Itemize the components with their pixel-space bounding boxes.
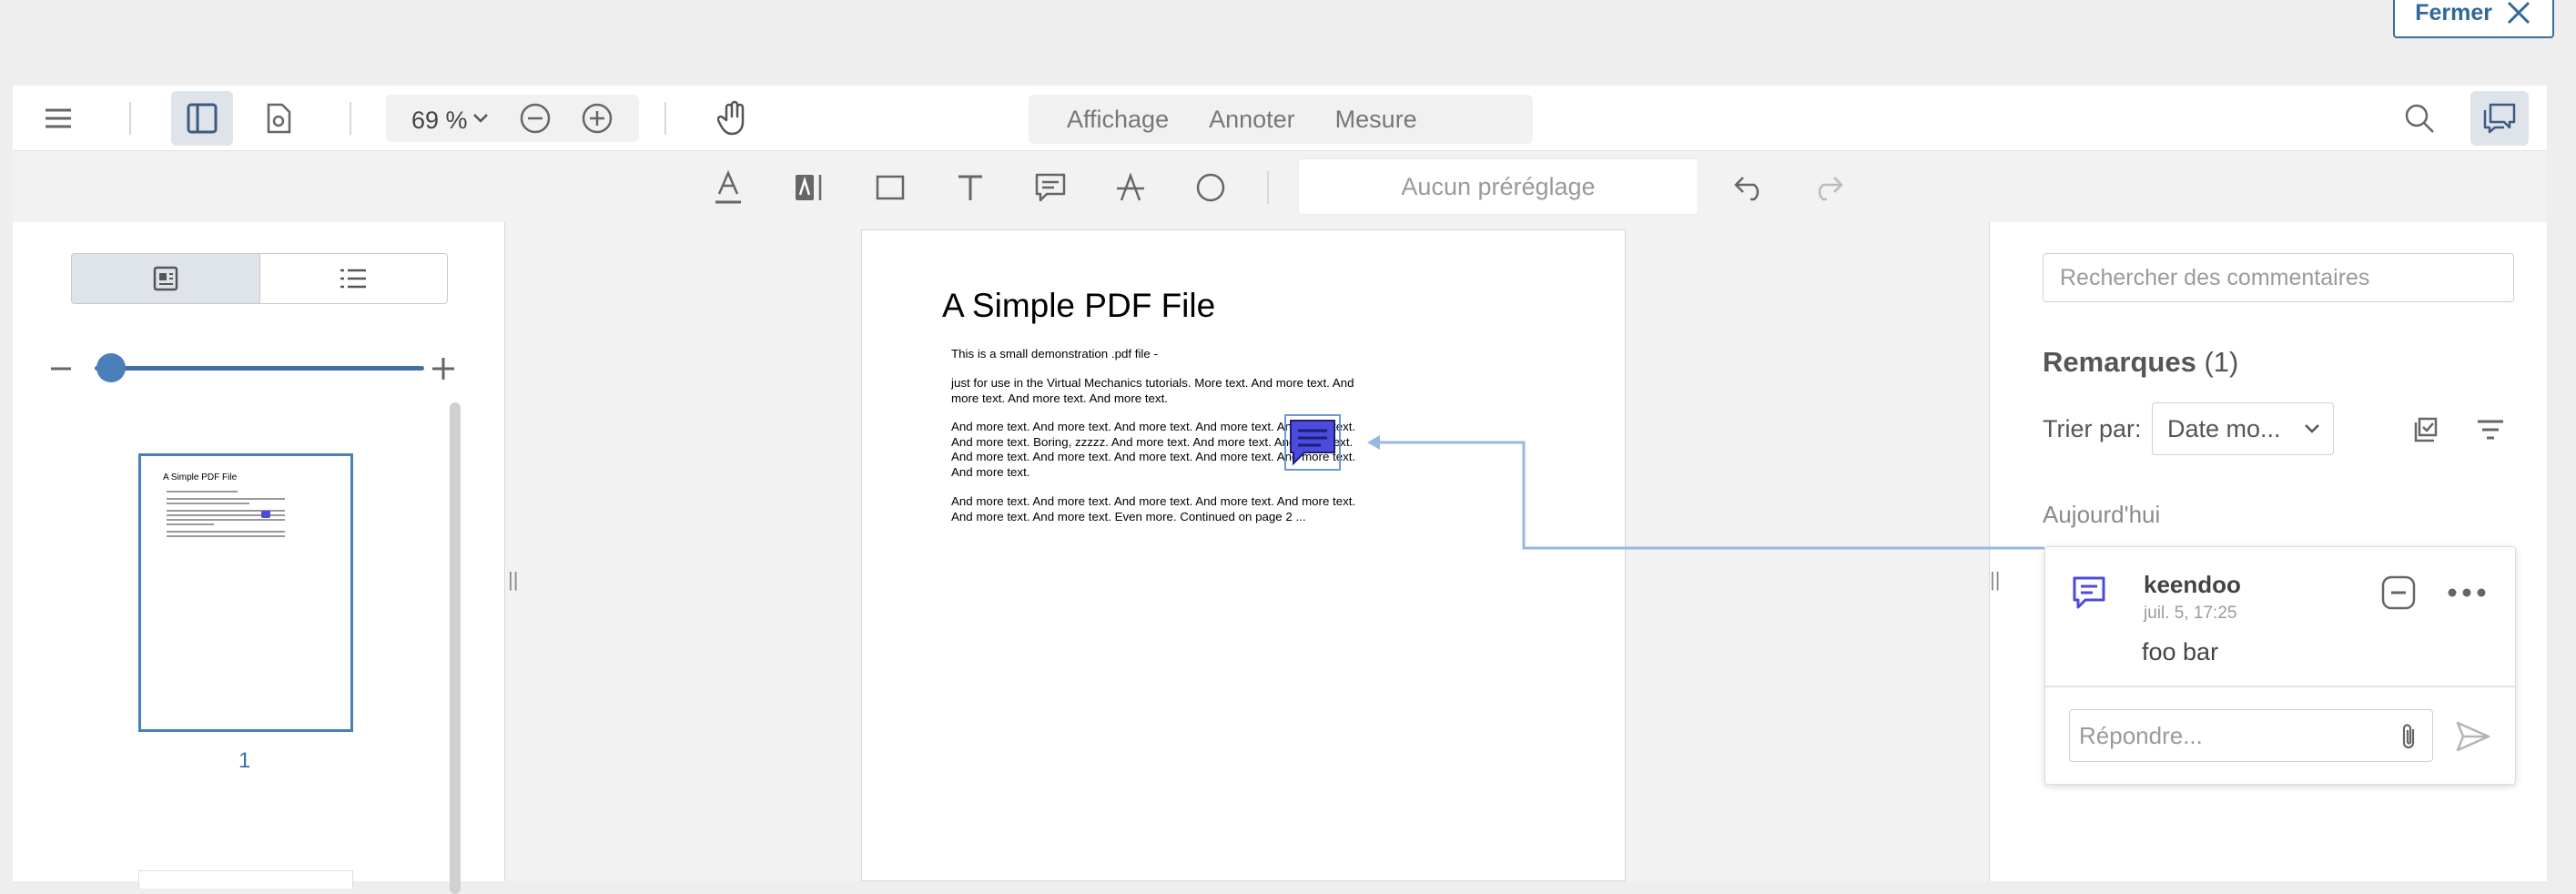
thumbnail-zoom-out-icon[interactable]: [49, 357, 73, 381]
thumbnail-zoom-in-icon[interactable]: [431, 357, 455, 381]
search-icon[interactable]: [2399, 98, 2439, 138]
undo-icon[interactable]: [1729, 168, 1770, 208]
page-thumbnail[interactable]: A Simple PDF File: [138, 453, 353, 732]
toolbar-divider: [350, 102, 351, 135]
close-button[interactable]: Fermer: [2393, 0, 2554, 38]
close-icon: [2507, 1, 2530, 25]
sticky-note-tool-icon[interactable]: [1030, 168, 1070, 208]
zoom-value[interactable]: 69 %: [411, 107, 468, 135]
thumbnails-icon: [153, 266, 177, 291]
reply-input[interactable]: Répondre...: [2069, 709, 2433, 762]
pdf-paragraph: This is a small demonstration .pdf file …: [951, 347, 1158, 361]
annotation-toolbar: [13, 151, 2547, 222]
page-number: 1: [238, 748, 251, 773]
comments-heading: Remarques (1): [2043, 346, 2238, 379]
thumbnail-annotation-marker: [261, 511, 270, 518]
pan-tool-icon[interactable]: [714, 98, 754, 138]
chevron-down-icon: [2305, 424, 2319, 433]
sort-value: Date mo...: [2167, 414, 2281, 442]
tab-annoter[interactable]: Annoter: [1189, 106, 1315, 134]
left-panel-tabs: [71, 253, 448, 304]
tab-mesure[interactable]: Mesure: [1315, 106, 1437, 134]
style-preset-select[interactable]: Aucun préréglage: [1298, 158, 1699, 215]
more-options-icon[interactable]: [2444, 573, 2490, 613]
comments-panel: Rechercher des commentaires Remarques (1…: [2012, 222, 2547, 881]
right-panel-resize-handle[interactable]: ||: [1990, 568, 2000, 592]
comments-count: (1): [2204, 346, 2239, 378]
sort-select[interactable]: Date mo...: [2152, 402, 2334, 455]
page-thumbnail-next[interactable]: [138, 870, 353, 889]
comment-card[interactable]: keendoo juil. 5, 17:25 foo bar Répondre.…: [2044, 546, 2516, 785]
pdf-title: A Simple PDF File: [942, 287, 1216, 324]
pdf-paragraph: just for use in the Virtual Mechanics tu…: [951, 376, 1354, 405]
chevron-down-icon[interactable]: [470, 107, 492, 129]
tab-thumbnails[interactable]: [72, 254, 259, 303]
sticky-note-annotation[interactable]: [1284, 414, 1341, 471]
comment-body: foo bar: [2142, 638, 2219, 665]
menu-icon[interactable]: [40, 100, 76, 137]
strikeout-tool-icon[interactable]: [1111, 168, 1151, 208]
underline-tool-icon[interactable]: [708, 168, 748, 208]
comments-heading-label: Remarques: [2043, 346, 2196, 378]
left-panel-resize-handle[interactable]: ||: [508, 568, 518, 592]
comments-search-input[interactable]: Rechercher des commentaires: [2043, 253, 2514, 302]
thumbnail-title: A Simple PDF File: [163, 472, 238, 483]
filter-icon[interactable]: [2472, 411, 2509, 448]
list-icon: [340, 269, 367, 289]
free-text-tool-icon[interactable]: [788, 168, 828, 208]
collapse-comment-icon[interactable]: [2378, 573, 2419, 613]
document-settings-icon[interactable]: [260, 100, 297, 137]
tab-affichage[interactable]: Affichage: [1047, 106, 1189, 134]
comment-author: keendoo: [2144, 571, 2241, 598]
pdf-page: A Simple PDF File This is a small demons…: [861, 229, 1626, 881]
send-icon[interactable]: [2451, 716, 2495, 757]
close-label: Fermer: [2415, 0, 2492, 25]
mode-tabs: Affichage Annoter Mesure: [1029, 95, 1533, 144]
main-toolbar: 69 % Affichage Annoter Mesure: [13, 86, 2547, 151]
zoom-control: 69 %: [386, 95, 639, 142]
toggle-comments-panel-button[interactable]: [2470, 91, 2529, 146]
toggle-left-panel-button[interactable]: [171, 91, 233, 146]
thumbnails-scrollbar[interactable]: [450, 402, 461, 894]
comments-icon: [2483, 103, 2516, 134]
paperclip-icon[interactable]: [2393, 720, 2426, 753]
comment-divider: [2045, 686, 2515, 687]
comment-bubble-icon: [1290, 420, 1335, 466]
toolbar-divider: [1267, 171, 1269, 204]
top-bar: Fermer: [0, 0, 2576, 56]
pdf-paragraph: And more text. And more text. And more t…: [951, 494, 1356, 523]
thumbnail-size-slider[interactable]: [95, 366, 424, 371]
multi-select-icon[interactable]: [2407, 411, 2443, 448]
note-type-icon: [2069, 573, 2109, 613]
redo-icon[interactable]: [1808, 168, 1848, 208]
pdf-viewer: 69 % Affichage Annoter Mesure Aucun prér…: [13, 86, 2547, 894]
rectangle-tool-icon[interactable]: [870, 168, 910, 208]
ellipse-tool-icon[interactable]: [1191, 168, 1231, 208]
comments-group-label: Aujourd'hui: [2043, 501, 2161, 528]
thumbnail-size-slider-thumb[interactable]: [96, 353, 126, 382]
toolbar-divider: [129, 102, 131, 135]
toolbar-divider: [664, 102, 666, 135]
zoom-out-icon[interactable]: [519, 102, 552, 135]
thumbnails-panel: A Simple PDF File 1: [13, 222, 504, 894]
zoom-in-icon[interactable]: [581, 102, 614, 135]
sort-label: Trier par:: [2043, 415, 2142, 442]
comment-date: juil. 5, 17:25: [2144, 604, 2237, 623]
left-panel-icon: [187, 103, 218, 134]
text-tool-icon[interactable]: [950, 168, 990, 208]
tab-outline[interactable]: [259, 254, 448, 303]
